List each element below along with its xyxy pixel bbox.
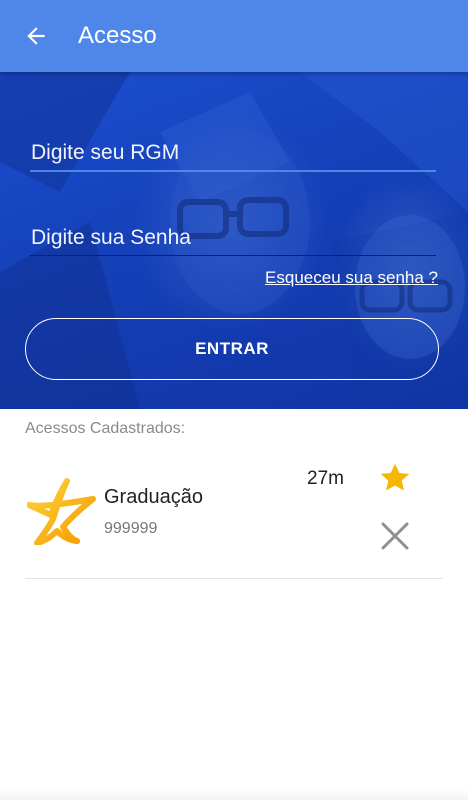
back-button[interactable] bbox=[14, 16, 58, 56]
app-bar: Acesso bbox=[0, 0, 468, 72]
enter-button[interactable]: ENTRAR bbox=[25, 318, 439, 380]
delete-account-button[interactable] bbox=[377, 518, 413, 554]
bottom-divider bbox=[0, 788, 468, 800]
rgm-underline bbox=[30, 170, 436, 172]
star-icon bbox=[380, 463, 410, 491]
close-icon bbox=[381, 522, 409, 550]
account-time: 27m bbox=[307, 468, 344, 489]
account-list-item[interactable]: Graduação 999999 27m bbox=[25, 455, 443, 579]
password-underline bbox=[30, 255, 436, 256]
registered-accounts-label: Acessos Cadastrados: bbox=[25, 420, 186, 437]
page-title: Acesso bbox=[78, 22, 157, 49]
rgm-input[interactable] bbox=[30, 135, 437, 171]
login-hero: Esqueceu sua senha ? ENTRAR bbox=[0, 72, 468, 409]
password-input[interactable] bbox=[30, 220, 437, 256]
forgot-password-link[interactable]: Esqueceu sua senha ? bbox=[265, 268, 438, 288]
account-name: Graduação bbox=[104, 486, 203, 508]
favorite-button[interactable] bbox=[377, 460, 413, 496]
star-logo-icon bbox=[27, 478, 96, 545]
arrow-left-icon bbox=[27, 27, 45, 45]
account-rgm: 999999 bbox=[104, 520, 158, 537]
